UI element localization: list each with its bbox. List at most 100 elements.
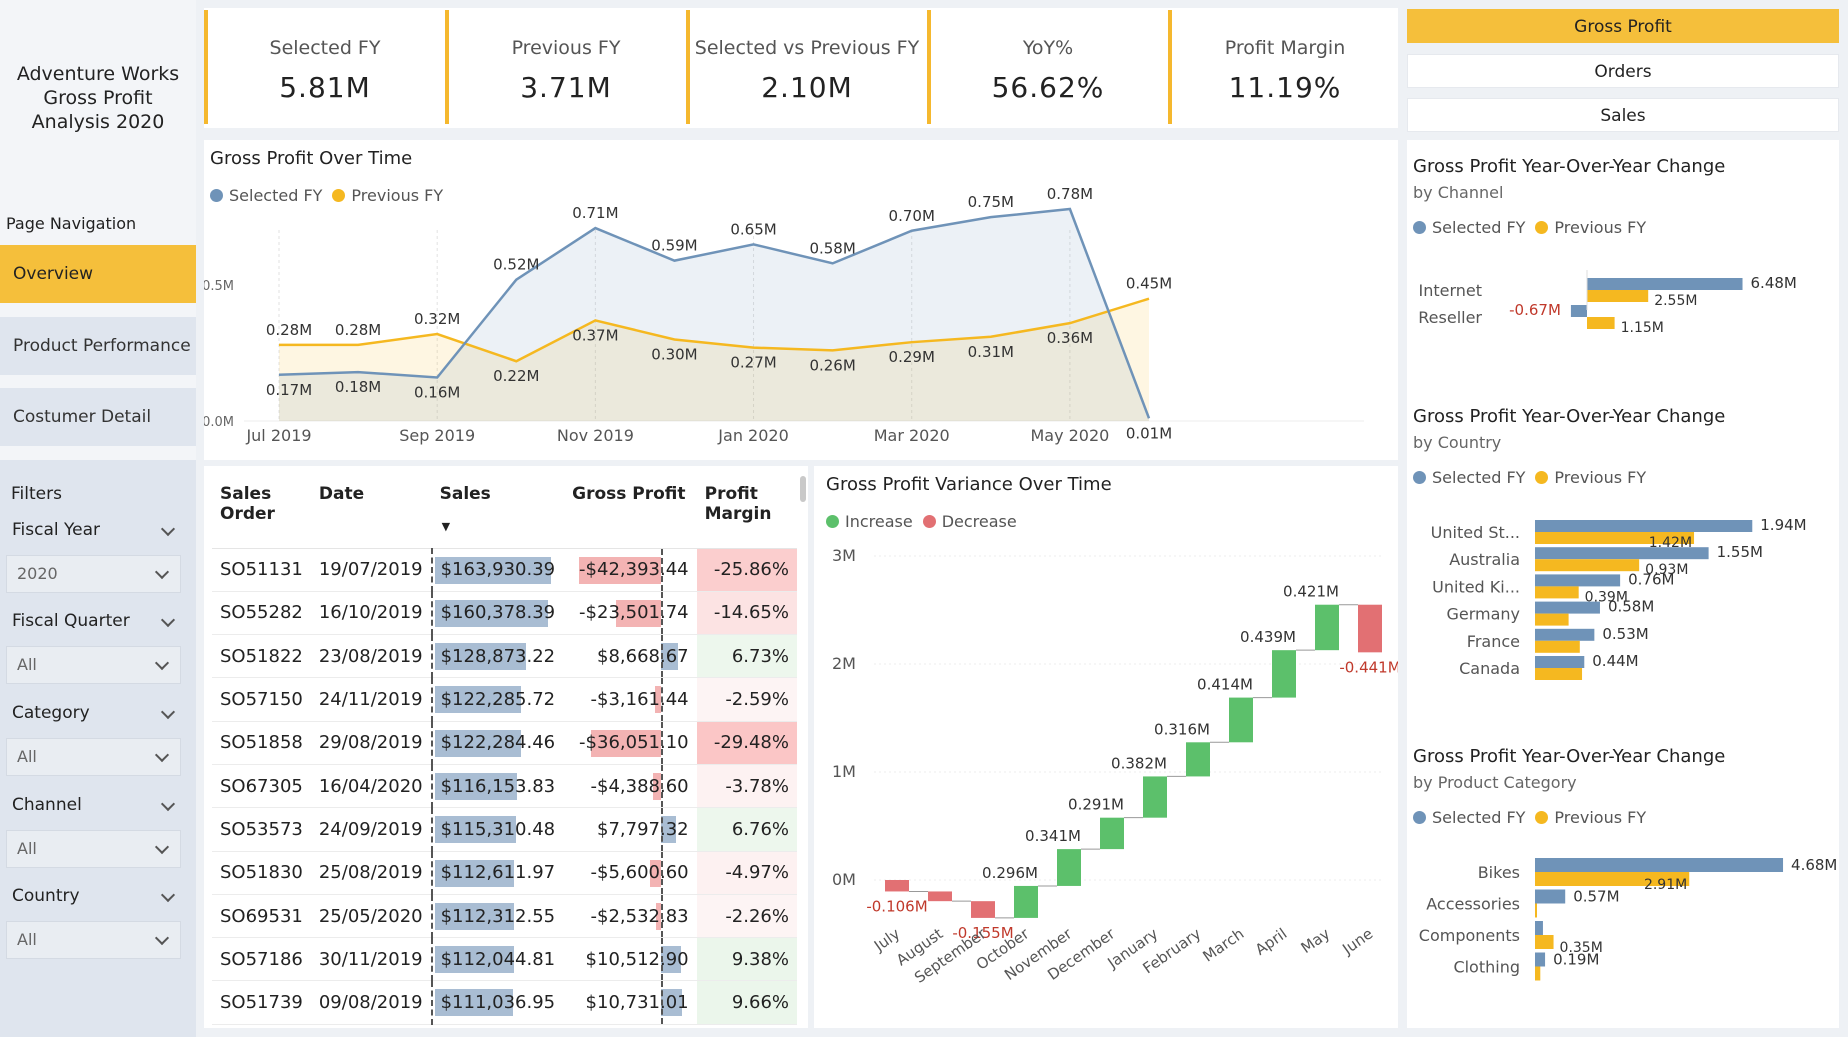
data-label: 0.382M — [1111, 754, 1167, 772]
cell-sales-order: SO69531 — [212, 894, 311, 939]
sidebar: Adventure Works Gross Profit Analysis 20… — [0, 0, 196, 1037]
variance-card: Gross Profit Variance Over Time Increase… — [814, 466, 1398, 1028]
category-label: Germany — [1446, 605, 1520, 624]
orders-button[interactable]: Orders — [1407, 54, 1839, 88]
table-row[interactable]: SO51858 29/08/2019 $122,284.46 -$36,051.10 -… — [212, 721, 797, 765]
selected-fy-bar — [1570, 305, 1587, 317]
table-row[interactable]: SO57186 30/11/2019 $112,044.81 $10,512.90 9.… — [212, 937, 797, 982]
increase-bar — [1143, 776, 1167, 818]
y-tick-label: 0.0M — [204, 415, 234, 430]
filter-dropdown[interactable]: All — [6, 830, 181, 868]
cell-text: -$36,051.10 — [579, 732, 689, 754]
kpi-value: 11.19% — [1228, 71, 1342, 104]
cell-text: $122,284.46 — [440, 732, 556, 754]
gross-profit-button[interactable]: Gross Profit — [1407, 9, 1839, 43]
cell-text: 24/11/2019 — [318, 689, 423, 711]
previous-fy-bar — [1535, 935, 1554, 949]
table-row[interactable]: SO51822 23/08/2019 $128,873.22 $8,668.67 6.7… — [212, 634, 797, 679]
x-tick-label: May 2020 — [1030, 426, 1109, 445]
cell-text: -3.78% — [725, 775, 789, 797]
nav-item-costumer-detail[interactable]: Costumer Detail — [0, 388, 196, 446]
cell-text: $112,044.81 — [440, 948, 556, 970]
category-label: Canada — [1459, 659, 1520, 678]
decrease-bar — [971, 901, 995, 918]
increase-bar — [1229, 697, 1253, 743]
table-row[interactable]: SO53573 24/09/2019 $115,310.48 $7,797.32 6.7… — [212, 807, 797, 852]
cell-text: -29.48% — [713, 732, 789, 754]
decrease-bar — [928, 891, 952, 902]
data-label: 2.91M — [1644, 877, 1687, 893]
cell-text: -$3,161.44 — [590, 689, 689, 711]
sales-button[interactable]: Sales — [1407, 98, 1839, 132]
cell-sales: $112,611.97 — [430, 851, 565, 895]
waterfall-chart: 3M2M1M0M-0.106MJulyAugust -0.155MSeptembe… — [832, 546, 1398, 987]
cell-text: 6.76% — [731, 818, 789, 840]
app-title-line: Analysis 2020 — [31, 111, 165, 133]
nav-item-overview[interactable]: Overview — [0, 245, 196, 303]
cell-sales: $128,873.22 — [430, 634, 565, 679]
previous-fy-bar — [1587, 317, 1615, 329]
cell-text: SO69531 — [220, 905, 303, 927]
cell-text: SO57186 — [220, 948, 303, 970]
cell-profit-margin: -14.65% — [696, 591, 797, 636]
cell-profit-margin: -25.86% — [696, 548, 797, 592]
cell-gross-profit: -$4,388.60 — [564, 764, 697, 809]
cell-sales-order: SO51858 — [212, 721, 311, 765]
table-row[interactable]: SO51131 19/07/2019 $163,930.39 -$42,393.44 -… — [212, 548, 797, 592]
cell-profit-margin: 6.76% — [696, 807, 797, 852]
table-row[interactable]: SO57150 24/11/2019 $122,285.72 -$3,161.44 -2… — [212, 677, 797, 722]
nav-item-product-performance[interactable]: Product Performance — [0, 317, 196, 375]
filter-dropdown[interactable]: 2020 — [6, 555, 181, 593]
x-tick-label: June — [1338, 925, 1376, 959]
cell-sales-order: SO51830 — [212, 851, 311, 895]
selected-fy-bar — [1535, 574, 1621, 587]
category-label: Australia — [1449, 550, 1520, 569]
selected-fy-bar — [1535, 889, 1566, 904]
data-label: 1.15M — [1621, 320, 1664, 336]
filter-label: Fiscal Quarter — [12, 611, 130, 631]
cell-sales: $115,310.48 — [430, 807, 565, 852]
table-row[interactable]: SO67305 16/04/2020 $116,153.83 -$4,388.60 -3… — [212, 764, 797, 809]
data-label: 0.70M — [889, 207, 935, 225]
category-label: Bikes — [1478, 863, 1520, 882]
table-row[interactable]: SO51739 09/08/2019 $111,036.95 $10,731.01 9.… — [212, 980, 797, 1025]
cell-text: $115,310.48 — [440, 818, 556, 840]
category-label: United St... — [1431, 523, 1520, 542]
cell-text: $8,668.67 — [597, 645, 689, 667]
cell-profit-margin: -4.97% — [696, 851, 797, 895]
kpi-label: Selected vs Previous FY — [694, 37, 920, 59]
cell-gross-profit: -$23,501.74 — [564, 591, 697, 636]
kpi-card-yoy-percent: YoY% 56.62% — [927, 10, 1165, 124]
increase-bar — [1014, 885, 1038, 918]
cell-sales: $163,930.39 — [430, 548, 565, 592]
col-header-profit-margin[interactable]: Profit Margin — [696, 470, 797, 549]
cell-sales: $122,285.72 — [430, 677, 565, 722]
sort-desc-icon[interactable]: ▼ — [442, 520, 450, 533]
increase-bar — [1100, 817, 1124, 850]
cell-text: $10,731.01 — [585, 992, 689, 1014]
table-row[interactable]: SO69531 25/05/2020 $112,312.55 -$2,532.83 -2… — [212, 894, 797, 939]
selected-fy-bar — [1535, 858, 1784, 872]
table-row[interactable]: SO51830 25/08/2019 $112,611.97 -$5,600.60 -4… — [212, 851, 797, 895]
col-header-gross-profit[interactable]: Gross Profit — [564, 470, 697, 549]
kpi-label: Profit Margin — [1224, 37, 1346, 59]
filter-label: Fiscal Year — [12, 520, 101, 540]
table-row[interactable]: SO55282 16/10/2019 $160,378.39 -$23,501.74 -… — [212, 591, 797, 636]
cell-text: $116,153.83 — [440, 775, 556, 797]
cell-text: SO51131 — [220, 559, 303, 581]
data-label: 0.16M — [414, 384, 460, 402]
data-label: 0.19M — [1553, 951, 1599, 969]
col-header-date[interactable]: Date — [310, 470, 432, 549]
col-header-sales-order[interactable]: Sales Order — [212, 470, 311, 549]
previous-fy-bar — [1535, 966, 1541, 981]
col-header-sales[interactable]: Sales ▼ — [431, 470, 565, 549]
cell-text: -$2,532.83 — [590, 905, 689, 927]
filter-dropdown[interactable]: All — [6, 738, 181, 776]
filter-dropdown[interactable]: All — [6, 646, 181, 684]
cell-text: $122,285.72 — [440, 689, 556, 711]
cell-sales: $116,153.83 — [430, 764, 565, 809]
cell-profit-margin: 9.66% — [696, 980, 797, 1025]
filter-dropdown[interactable]: All — [6, 921, 181, 959]
data-label: 0.18M — [335, 378, 381, 396]
table-scrollbar[interactable] — [800, 476, 806, 502]
